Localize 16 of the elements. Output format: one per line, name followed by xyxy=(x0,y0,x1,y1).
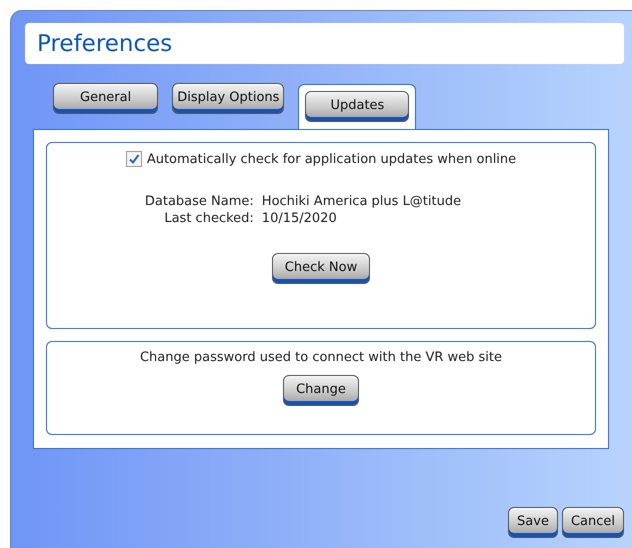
checkbox[interactable] xyxy=(126,151,142,167)
field-label: Last checked: xyxy=(163,211,254,226)
field-label: Database Name: xyxy=(144,194,254,209)
tab[interactable]: General xyxy=(53,83,158,114)
save-button[interactable]: Save xyxy=(508,507,558,538)
password-text: Change password used to connect with the VR web site xyxy=(140,350,502,365)
checkbox-label: Automatically check for application updates when online xyxy=(146,152,516,166)
check-now-button[interactable]: Check Now xyxy=(272,253,370,284)
field-value: Hochiki America plus L@titude xyxy=(262,194,462,209)
field-value: 10/15/2020 xyxy=(262,211,338,226)
change-button[interactable]: Change xyxy=(283,375,359,406)
window-title: Preferences xyxy=(37,30,172,56)
tab[interactable]: Display Options xyxy=(172,83,284,114)
tab[interactable]: Updates xyxy=(305,91,410,122)
cancel-button[interactable]: Cancel xyxy=(562,507,624,538)
check-icon xyxy=(128,153,140,165)
